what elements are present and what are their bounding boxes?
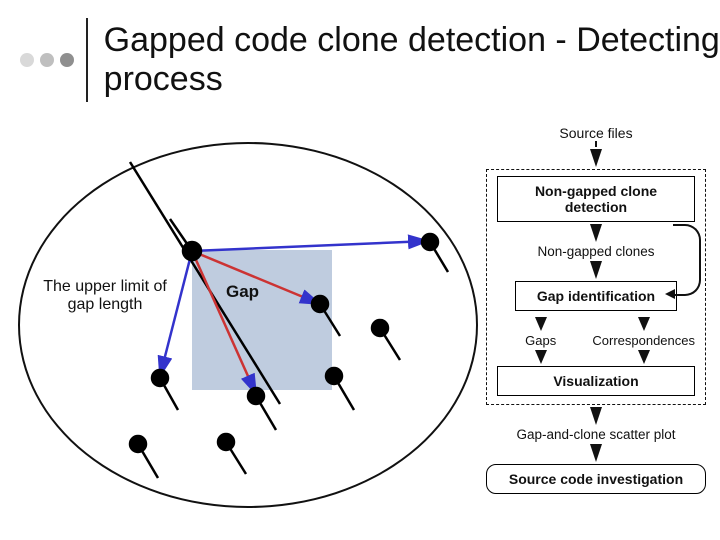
arrow-down-icon	[590, 444, 602, 462]
scatter-plot-label: Gap-and-clone scatter plot	[486, 427, 706, 442]
outputs-row: Gaps Correspondences	[497, 315, 695, 366]
dot-icon	[60, 53, 74, 67]
investigation-box: Source code investigation	[486, 464, 706, 494]
source-files-label: Source files	[486, 125, 706, 141]
arrow-down-icon	[590, 261, 602, 279]
arrow-down-icon	[590, 224, 602, 242]
non-gapped-clones-label: Non-gapped clones	[497, 244, 695, 259]
scatter-svg	[20, 144, 480, 510]
loop-arrow-icon	[673, 224, 701, 296]
arrow-down-icon	[535, 317, 547, 331]
slide-title: Gapped code clone detection - Detecting …	[104, 21, 720, 99]
arrow-stub	[595, 141, 597, 147]
slide-header: Gapped code clone detection - Detecting …	[0, 0, 720, 124]
detection-group: Non-gapped clone detection Non-gapped cl…	[486, 169, 706, 405]
vertical-divider	[86, 18, 88, 102]
dot-icon	[20, 53, 34, 67]
arrow-down-icon	[590, 149, 602, 167]
arrow-down-icon	[638, 317, 650, 331]
decoration-dots	[20, 53, 74, 67]
dot-icon	[40, 53, 54, 67]
correspondences-col: Correspondences	[592, 315, 695, 366]
visualization-box: Visualization	[497, 366, 695, 396]
non-gapped-detection-box: Non-gapped clone detection	[497, 176, 695, 222]
arrow-down-icon	[638, 350, 650, 364]
gaps-col: Gaps	[497, 315, 584, 366]
process-flow: Source files Non-gapped clone detection …	[486, 125, 706, 494]
gap-label: Gap	[226, 282, 259, 302]
scatter-oval	[18, 142, 478, 508]
upper-limit-label: The upper limit of gap length	[30, 278, 180, 314]
arrow-down-icon	[590, 407, 602, 425]
gap-identification-box: Gap identification	[515, 281, 677, 311]
correspondences-label: Correspondences	[592, 333, 695, 348]
arrow-down-icon	[535, 350, 547, 364]
gaps-label: Gaps	[497, 333, 584, 348]
